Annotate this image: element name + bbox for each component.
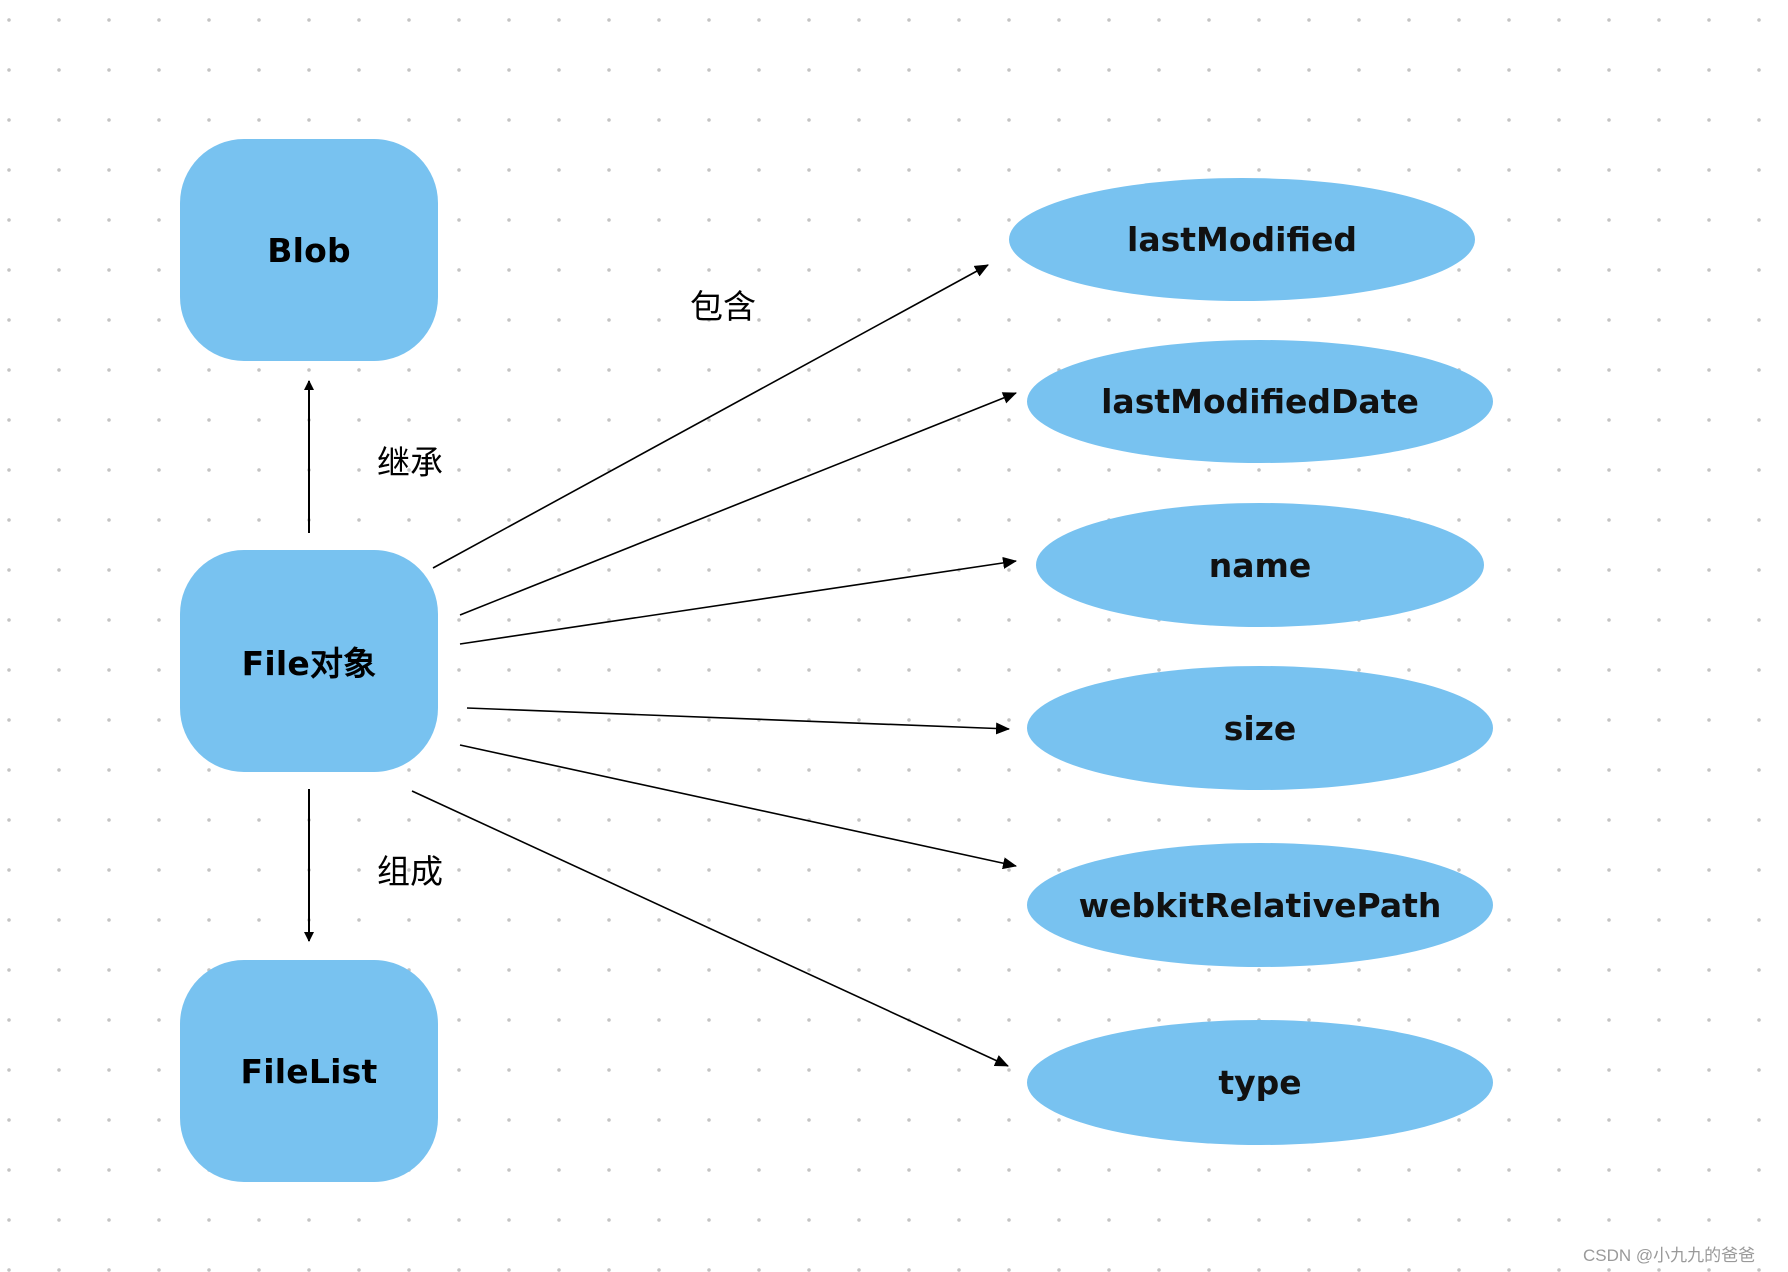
- edge-label-compose: 组成: [377, 852, 443, 891]
- property-webkitrelativepath-label: webkitRelativePath: [1078, 885, 1442, 925]
- property-lastmodifieddate-label: lastModifiedDate: [1101, 382, 1419, 421]
- node-filelist-label: FileList: [240, 1051, 378, 1091]
- node-file-label: File对象: [241, 644, 377, 683]
- property-name[interactable]: name: [1036, 503, 1484, 627]
- property-webkitrelativepath[interactable]: webkitRelativePath: [1027, 843, 1493, 967]
- edge-contain-name: [459, 556, 1017, 645]
- edge-contain-type: [411, 790, 1009, 1067]
- edge-label-inherit: 继承: [377, 443, 443, 482]
- watermark: CSDN @小九九的爸爸: [1583, 1246, 1756, 1265]
- diagram-canvas: Blob File对象 FileList 继承 组成 包含 lastModifi…: [0, 0, 1788, 1272]
- node-blob-label: Blob: [267, 230, 351, 270]
- node-file[interactable]: File对象: [180, 550, 438, 772]
- edge-contain-webkitrelativepath: [459, 744, 1017, 870]
- property-lastmodified-label: lastModified: [1127, 220, 1357, 259]
- property-lastmodified[interactable]: lastModified: [1009, 178, 1475, 301]
- edge-label-contain: 包含: [690, 287, 756, 326]
- property-size[interactable]: size: [1027, 666, 1493, 790]
- property-lastmodifieddate[interactable]: lastModifiedDate: [1027, 340, 1493, 463]
- edge-contain-size: [466, 707, 1010, 735]
- property-type[interactable]: type: [1027, 1020, 1493, 1145]
- property-name-label: name: [1208, 545, 1312, 585]
- node-blob[interactable]: Blob: [180, 139, 438, 361]
- property-type-label: type: [1218, 1063, 1302, 1102]
- node-filelist[interactable]: FileList: [180, 960, 438, 1182]
- property-size-label: size: [1223, 708, 1297, 748]
- edge-contain-lastmodifieddate: [459, 392, 1017, 616]
